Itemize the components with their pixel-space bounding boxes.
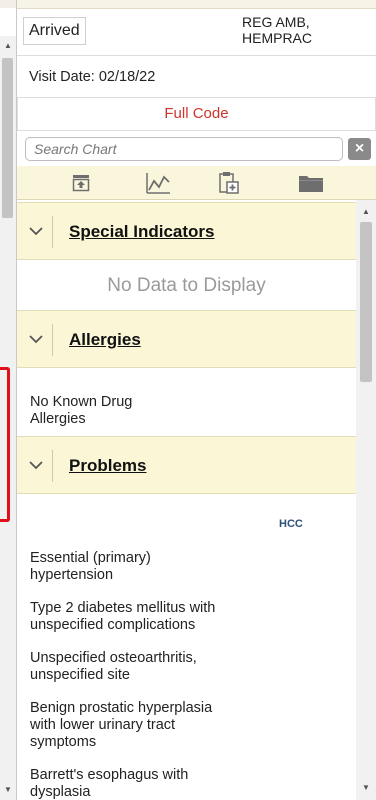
- department-label: REG AMB, HEMPRAC: [242, 14, 312, 46]
- problem-item[interactable]: Benign prostatic hyperplasia with lower …: [30, 700, 212, 751]
- chart-content: Special Indicators No Data to Display Al…: [17, 200, 356, 800]
- chevron-down-icon[interactable]: [25, 328, 47, 350]
- content-scrollbar[interactable]: ▲ ▼: [356, 200, 376, 800]
- header-divider: [52, 450, 53, 482]
- problem-line: Essential (primary): [30, 550, 151, 566]
- patient-chart-panel: Arrived REG AMB, HEMPRAC Visit Date: 02/…: [17, 0, 376, 800]
- problem-item[interactable]: Type 2 diabetes mellitus with unspecifie…: [30, 600, 215, 634]
- header-divider: [52, 216, 53, 248]
- folder-icon[interactable]: [297, 169, 325, 197]
- allergies-line-1: No Known Drug: [30, 394, 133, 410]
- problem-line: hypertension: [30, 567, 114, 583]
- problem-item[interactable]: Unspecified osteoarthritis, unspecified …: [30, 650, 197, 684]
- chevron-down-icon[interactable]: [25, 220, 47, 242]
- chart-line-icon[interactable]: [144, 169, 172, 197]
- problem-line: Benign prostatic hyperplasia: [30, 700, 213, 716]
- search-chart-input[interactable]: [25, 137, 343, 161]
- allergies-text: No Known Drug Allergies: [30, 394, 132, 428]
- visit-date: Visit Date: 02/18/22: [29, 69, 156, 85]
- problem-line: dysplasia: [30, 784, 91, 800]
- department-line-2: HEMPRAC: [242, 30, 313, 46]
- content-scrollbar-thumb[interactable]: [360, 222, 372, 382]
- left-scrollbar-thumb[interactable]: [2, 58, 13, 218]
- problem-line: unspecified complications: [30, 617, 196, 633]
- allergies-line-2: Allergies: [30, 411, 86, 427]
- panel-top-edge: [17, 0, 376, 9]
- left-scroll-up-arrow-icon[interactable]: ▲: [0, 40, 16, 52]
- chevron-down-icon[interactable]: [25, 454, 47, 476]
- clear-search-button[interactable]: ×: [348, 138, 371, 160]
- hcc-column-label: HCC: [279, 518, 303, 530]
- problem-line: unspecified site: [30, 667, 130, 683]
- left-scroll-down-arrow-icon[interactable]: ▼: [0, 784, 16, 796]
- department-line-1: REG AMB,: [242, 14, 310, 30]
- problems-title[interactable]: Problems: [69, 456, 146, 476]
- highlight-outline: [0, 367, 10, 522]
- scroll-down-arrow-icon[interactable]: ▼: [356, 782, 376, 794]
- problem-line: Barrett's esophagus with: [30, 767, 189, 783]
- upload-tray-icon[interactable]: [67, 169, 95, 197]
- allergies-title[interactable]: Allergies: [69, 330, 141, 350]
- problems-header[interactable]: Problems: [17, 436, 356, 494]
- background-header-shade: [0, 0, 16, 8]
- status-row: Arrived REG AMB, HEMPRAC: [17, 10, 376, 56]
- header-divider: [52, 324, 53, 356]
- visit-date-row: Visit Date: 02/18/22: [17, 57, 376, 97]
- special-indicators-empty: No Data to Display: [107, 275, 266, 296]
- special-indicators-header[interactable]: Special Indicators: [17, 202, 356, 260]
- problem-item[interactable]: Barrett's esophagus with dysplasia: [30, 767, 188, 800]
- problem-item[interactable]: Essential (primary) hypertension: [30, 550, 151, 584]
- allergies-header[interactable]: Allergies: [17, 310, 356, 368]
- code-status-banner[interactable]: Full Code: [17, 97, 376, 131]
- search-bar: ×: [17, 137, 376, 162]
- visit-status-badge[interactable]: Arrived: [23, 17, 86, 45]
- problem-line: Unspecified osteoarthritis,: [30, 650, 197, 666]
- problem-line: symptoms: [30, 734, 97, 750]
- problem-line: Type 2 diabetes mellitus with: [30, 600, 216, 616]
- clipboard-add-icon[interactable]: [215, 169, 243, 197]
- problem-line: with lower urinary tract: [30, 717, 176, 733]
- chart-toolbar: [17, 166, 376, 200]
- special-indicators-title[interactable]: Special Indicators: [69, 222, 215, 242]
- scroll-up-arrow-icon[interactable]: ▲: [356, 206, 376, 218]
